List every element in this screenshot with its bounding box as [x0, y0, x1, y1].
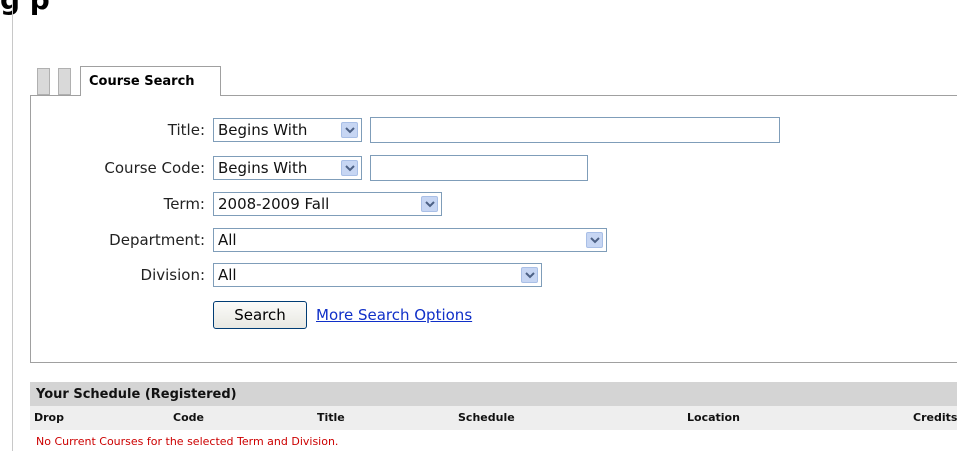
chevron-down-icon: [341, 160, 358, 176]
term-select[interactable]: 2008-2009 Fall: [213, 192, 442, 216]
column-credits: Credits: [913, 411, 957, 424]
title-match-select[interactable]: Begins With: [213, 118, 362, 142]
column-drop: Drop: [34, 411, 64, 424]
department-label: Department:: [109, 231, 205, 249]
empty-schedule-message: No Current Courses for the selected Term…: [36, 435, 339, 448]
title-label: Title:: [167, 121, 205, 139]
title-input[interactable]: [370, 117, 780, 143]
tab-collapsed-2[interactable]: [58, 68, 71, 95]
search-button[interactable]: Search: [213, 301, 307, 329]
chevron-down-icon: [421, 196, 438, 212]
column-location: Location: [687, 411, 740, 424]
more-search-options-link[interactable]: More Search Options: [316, 303, 472, 327]
course-code-match-select[interactable]: Begins With: [213, 156, 362, 180]
course-code-label: Course Code:: [104, 159, 205, 177]
course-code-input[interactable]: [370, 155, 588, 181]
division-label: Division:: [140, 266, 205, 284]
chevron-down-icon: [521, 267, 538, 283]
division-select[interactable]: All: [213, 263, 542, 287]
page-heading: g p: [0, 0, 300, 17]
schedule-column-headers: Drop Code Title Schedule Location Credit…: [30, 406, 957, 430]
left-divider: [12, 0, 13, 451]
term-label: Term:: [163, 195, 205, 213]
column-title: Title: [317, 411, 345, 424]
column-code: Code: [173, 411, 204, 424]
chevron-down-icon: [341, 122, 358, 138]
schedule-header: Your Schedule (Registered): [30, 382, 957, 406]
department-select[interactable]: All: [213, 228, 607, 252]
chevron-down-icon: [586, 232, 603, 248]
tab-collapsed-1[interactable]: [37, 68, 50, 95]
column-schedule: Schedule: [458, 411, 515, 424]
tab-course-search[interactable]: Course Search: [80, 66, 221, 96]
